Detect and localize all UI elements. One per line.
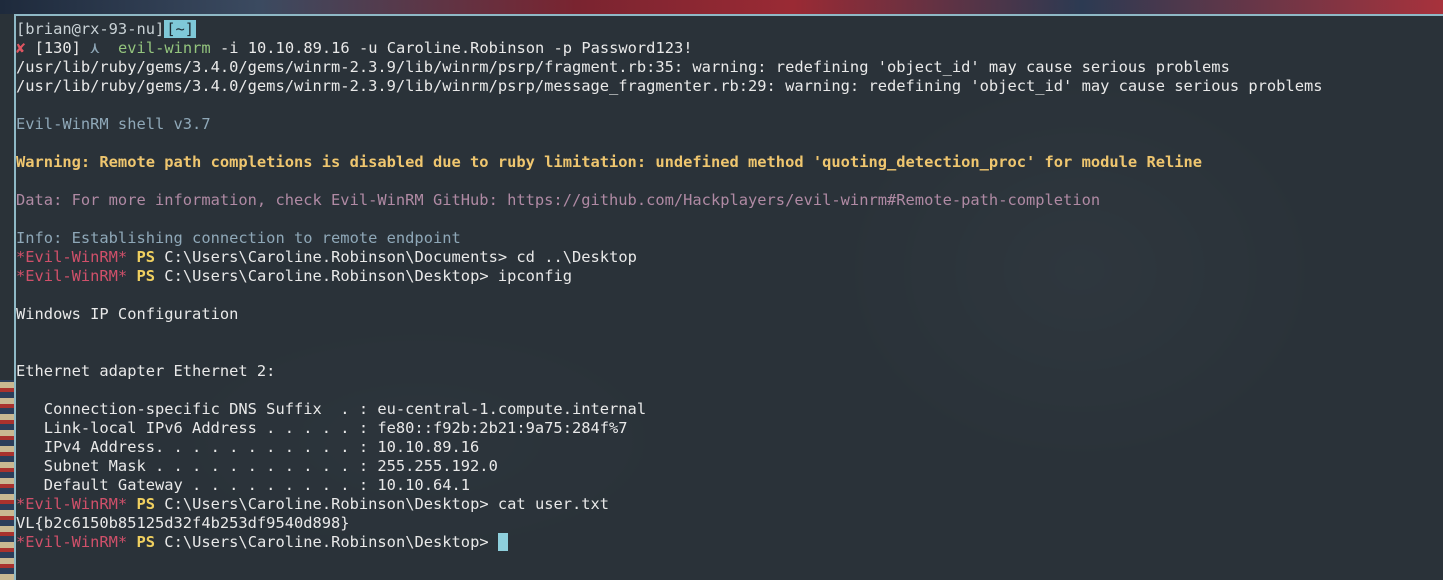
arrow-icon: ⋏ <box>90 39 100 57</box>
ps-prompt-line: *Evil-WinRM* PS C:\Users\Caroline.Robins… <box>16 495 1443 514</box>
ps-path: C:\Users\Caroline.Robinson\Desktop> <box>155 267 498 285</box>
ipconfig-title: Windows IP Configuration <box>16 305 239 323</box>
cwd-badge: [~] <box>164 20 197 38</box>
winrm-tag: *Evil-WinRM* <box>16 267 128 285</box>
user-host: [brian@rx-93-nu] <box>16 20 165 38</box>
error-status-icon: ✘ <box>16 39 26 57</box>
ps-path: C:\Users\Caroline.Robinson\Documents> <box>155 248 517 266</box>
ps-prompt-line: *Evil-WinRM* PS C:\Users\Caroline.Robins… <box>16 267 1443 286</box>
winrm-tag: *Evil-WinRM* <box>16 248 128 266</box>
ps-command: cat user.txt <box>497 495 610 513</box>
ps-label: PS <box>136 248 156 266</box>
connection-info: Info: Establishing connection to remote … <box>16 229 461 247</box>
ps-prompt-line: *Evil-WinRM* PS C:\Users\Caroline.Robins… <box>16 248 1443 267</box>
ps-path: C:\Users\Caroline.Robinson\Desktop> <box>155 495 498 513</box>
data-info-line[interactable]: Data: For more information, check Evil-W… <box>16 191 1443 210</box>
gateway-row: Default Gateway . . . . . . . . . : 10.1… <box>16 476 471 494</box>
prompt-header: [brian@rx-93-nu] [~] <box>16 20 1443 39</box>
ipv4-row: IPv4 Address. . . . . . . . . . . : 10.1… <box>16 438 480 456</box>
shell-version: Evil-WinRM shell v3.7 <box>16 115 211 133</box>
command-line: ✘ [130] ⋏ evil-winrm -i 10.10.89.16 -u C… <box>16 39 1443 58</box>
ruby-warning-1: /usr/lib/ruby/gems/3.4.0/gems/winrm-2.3.… <box>16 58 1230 76</box>
ps-label: PS <box>136 267 156 285</box>
ps-label: PS <box>136 533 156 551</box>
command-args: -i 10.10.89.16 -u Caroline.Robinson -p P… <box>210 39 693 57</box>
winrm-tag: *Evil-WinRM* <box>16 495 128 513</box>
flag-output: VL{b2c6150b85125d32f4b253df9540d898} <box>16 514 350 532</box>
wallpaper-left-art <box>0 380 14 580</box>
ps-command: cd ..\Desktop <box>516 248 637 266</box>
ps-label: PS <box>136 495 156 513</box>
wallpaper-top-band <box>0 0 1443 14</box>
completion-warning: Warning: Remote path completions is disa… <box>16 153 1203 171</box>
subnet-row: Subnet Mask . . . . . . . . . . . : 255.… <box>16 457 498 475</box>
ipv6-row: Link-local IPv6 Address . . . . . : fe80… <box>16 419 628 437</box>
terminal-window[interactable]: [brian@rx-93-nu] [~] ✘ [130] ⋏ evil-winrm… <box>14 14 1443 580</box>
dns-suffix-row: Connection-specific DNS Suffix . : eu-ce… <box>16 400 647 418</box>
adapter-heading: Ethernet adapter Ethernet 2: <box>16 362 276 380</box>
active-prompt-line[interactable]: *Evil-WinRM* PS C:\Users\Caroline.Robins… <box>16 533 1443 552</box>
winrm-tag: *Evil-WinRM* <box>16 533 128 551</box>
ruby-warning-2: /usr/lib/ruby/gems/3.4.0/gems/winrm-2.3.… <box>16 77 1323 95</box>
text-cursor[interactable] <box>497 533 508 551</box>
command-name: evil-winrm <box>118 39 211 57</box>
ps-command: ipconfig <box>497 267 573 285</box>
ps-path: C:\Users\Caroline.Robinson\Desktop> <box>155 533 498 551</box>
exit-code: [130] <box>34 39 81 57</box>
